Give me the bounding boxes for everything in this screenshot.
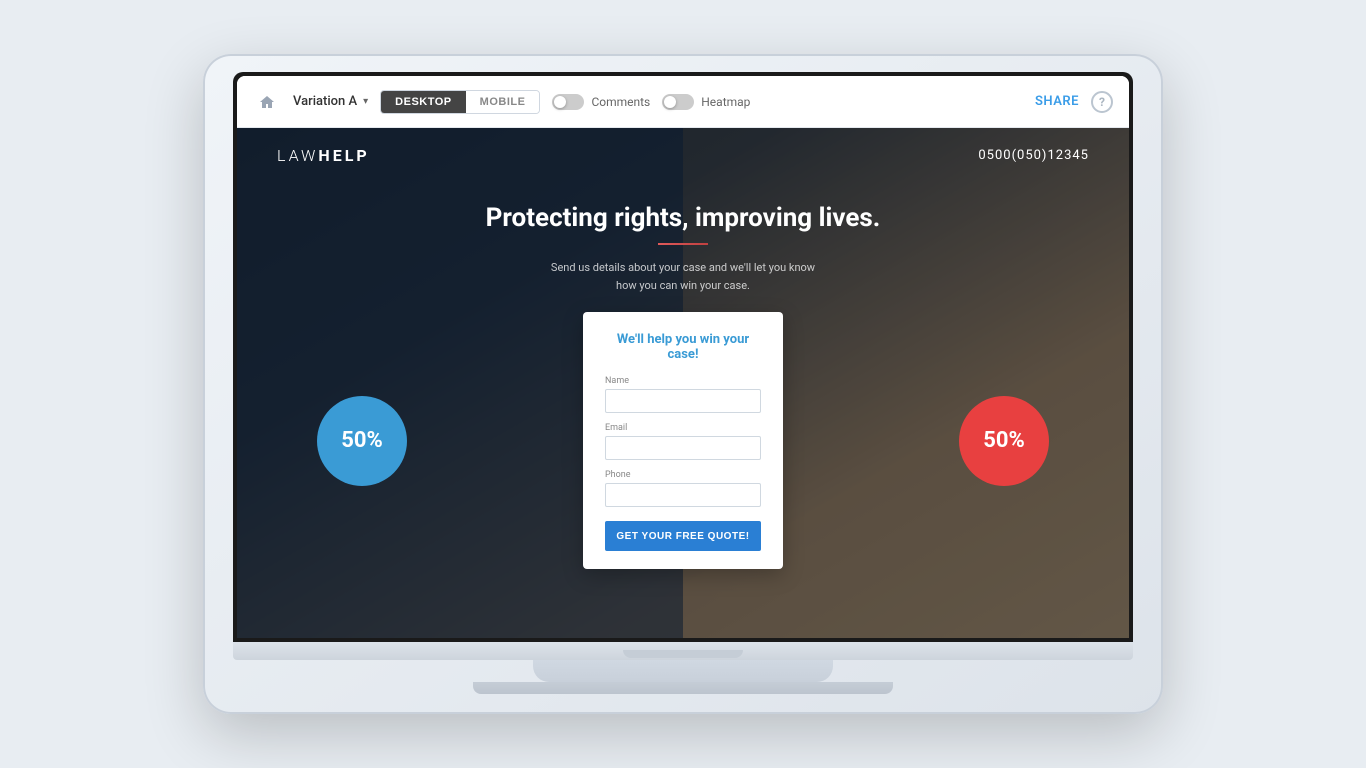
hero-title: Protecting rights, improving lives. xyxy=(486,203,881,233)
device-tabs: DESKTOP MOBILE xyxy=(380,90,540,114)
screen-bezel: Variation A ▾ DESKTOP MOBILE Comments xyxy=(233,72,1133,642)
submit-button[interactable]: GET YOUR FREE QUOTE! xyxy=(605,521,761,551)
hero-subtitle: Send us details about your case and we'l… xyxy=(486,259,881,294)
form-headline: We'll help you win your case! xyxy=(605,332,761,362)
email-field-group: Email xyxy=(605,423,761,460)
email-input[interactable] xyxy=(605,436,761,460)
variation-label: Variation A xyxy=(293,94,357,109)
site-logo: LAWHELP xyxy=(277,146,370,165)
toolbar: Variation A ▾ DESKTOP MOBILE Comments xyxy=(237,76,1129,128)
form-card: We'll help you win your case! Name Email xyxy=(583,312,783,569)
phone-input[interactable] xyxy=(605,483,761,507)
mobile-tab[interactable]: MOBILE xyxy=(466,91,540,113)
hero-subtitle-line1: Send us details about your case and we'l… xyxy=(551,261,815,274)
bubble-left: 50% xyxy=(317,396,407,486)
logo-text-light: LAW xyxy=(277,146,318,165)
phone-field-group: Phone xyxy=(605,470,761,507)
name-input[interactable] xyxy=(605,389,761,413)
heatmap-label: Heatmap xyxy=(701,95,750,109)
laptop-frame: Variation A ▾ DESKTOP MOBILE Comments xyxy=(203,54,1163,714)
laptop-screen: Variation A ▾ DESKTOP MOBILE Comments xyxy=(237,76,1129,638)
logo-text-bold: HELP xyxy=(318,146,369,165)
email-label: Email xyxy=(605,423,761,433)
site-nav: LAWHELP 0500(050)12345 xyxy=(237,128,1129,183)
laptop-base xyxy=(233,642,1133,660)
hero-section: Protecting rights, improving lives. Send… xyxy=(466,203,901,294)
bubble-left-percent: 50% xyxy=(341,428,383,453)
name-field-group: Name xyxy=(605,376,761,413)
laptop-stand xyxy=(533,660,833,682)
laptop-foot xyxy=(473,682,893,694)
share-button[interactable]: SHARE xyxy=(1035,94,1079,109)
home-button[interactable] xyxy=(253,88,281,116)
heatmap-toggle-group: Heatmap xyxy=(662,94,750,110)
comments-label: Comments xyxy=(591,95,650,109)
hero-subtitle-line2: how you can win your case. xyxy=(616,279,750,292)
landing-background: LAWHELP 0500(050)12345 Protecting rights… xyxy=(237,128,1129,638)
laptop-notch xyxy=(623,650,743,658)
landing-preview: LAWHELP 0500(050)12345 Protecting rights… xyxy=(237,128,1129,638)
toggle-knob xyxy=(554,96,566,108)
variation-selector[interactable]: Variation A ▾ xyxy=(293,94,368,109)
form-area: 50% We'll help you win your case! Name E… xyxy=(237,312,1129,569)
toggle-knob-heatmap xyxy=(664,96,676,108)
phone-label: Phone xyxy=(605,470,761,480)
hero-divider xyxy=(658,243,708,245)
chevron-down-icon: ▾ xyxy=(363,96,368,107)
bubble-right: 50% xyxy=(959,396,1049,486)
site-phone: 0500(050)12345 xyxy=(978,148,1089,163)
help-button[interactable]: ? xyxy=(1091,91,1113,113)
comments-toggle-group: Comments xyxy=(552,94,650,110)
desktop-tab[interactable]: DESKTOP xyxy=(381,91,465,113)
bubble-right-percent: 50% xyxy=(983,428,1025,453)
heatmap-toggle[interactable] xyxy=(662,94,694,110)
name-label: Name xyxy=(605,376,761,386)
comments-toggle[interactable] xyxy=(552,94,584,110)
